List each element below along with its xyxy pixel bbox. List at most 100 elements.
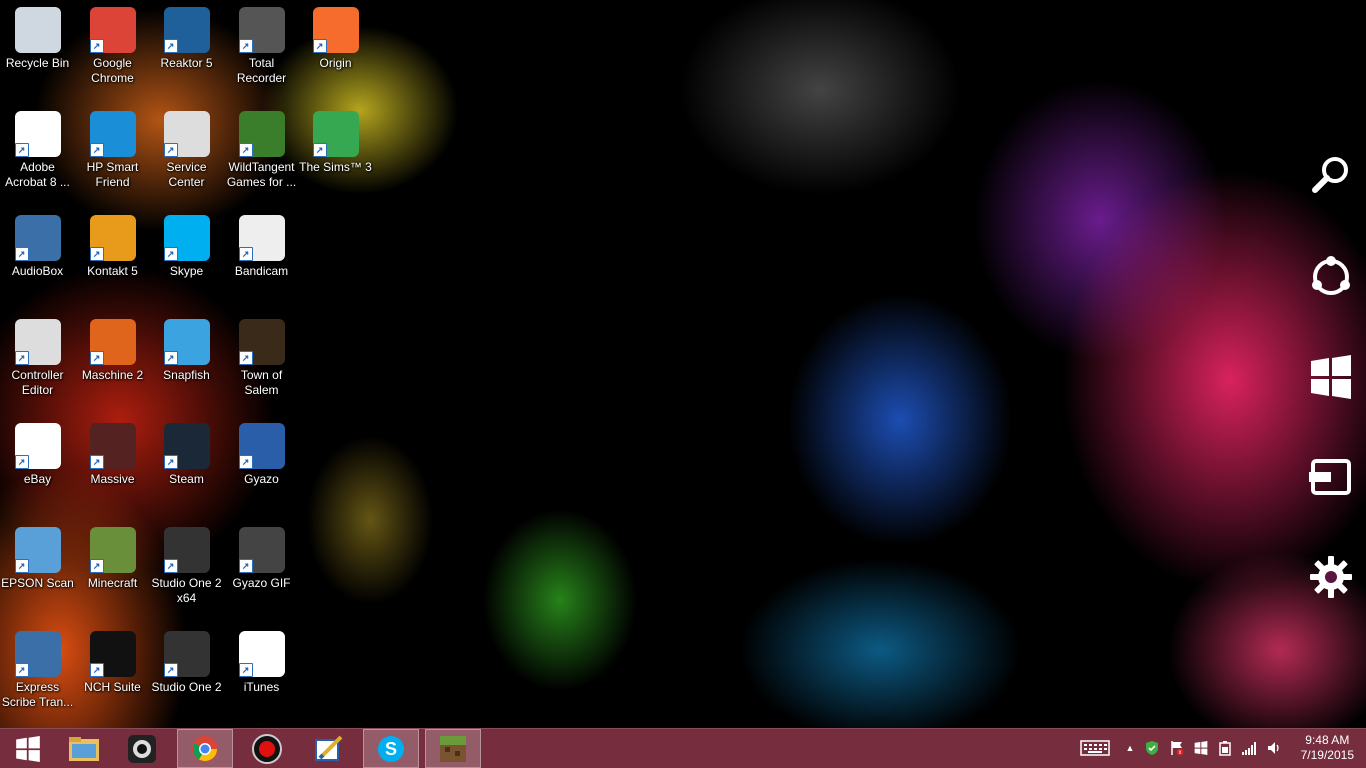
desktop-icon-express-scribe[interactable]: ↗ Express Scribe Tran...: [0, 626, 75, 726]
desktop-icon-steam[interactable]: ↗ Steam: [149, 418, 224, 518]
desktop-icon-reaktor[interactable]: ↗ Reaktor 5: [149, 2, 224, 102]
search-icon: [1312, 157, 1348, 193]
svg-text:x: x: [1179, 750, 1182, 756]
desktop-icon-label: Gyazo GIF: [232, 576, 291, 590]
reaktor-icon: ↗: [163, 7, 210, 53]
shortcut-arrow-icon: ↗: [238, 247, 253, 261]
desktop-icon-origin[interactable]: ↗ Origin: [298, 2, 373, 102]
desktop-icon-label: Recycle Bin: [5, 56, 70, 70]
desktop-icon-snapfish[interactable]: ↗ Snapfish: [149, 314, 224, 414]
desktop-icon-gyazo[interactable]: ↗ Gyazo: [224, 418, 299, 518]
studio-one-icon: ↗: [163, 631, 210, 677]
desktop-icon-controller-editor[interactable]: ↗ Controller Editor: [0, 314, 75, 414]
start-charm[interactable]: [1306, 352, 1356, 402]
desktop-icon-label: Maschine 2: [81, 368, 144, 382]
desktop-icon-kontakt[interactable]: ↗ Kontakt 5: [75, 210, 150, 310]
desktop-icon-service-center[interactable]: ↗ Service Center: [149, 106, 224, 206]
taskbar-gyazo-button[interactable]: [301, 729, 357, 768]
show-hidden-icons-icon[interactable]: ▲: [1121, 739, 1139, 757]
recycle-bin-icon: [14, 7, 61, 53]
desktop-icon-label: Kontakt 5: [87, 264, 138, 278]
desktop-icon-sims[interactable]: ↗ The Sims™ 3: [298, 106, 373, 206]
keyboard-icon[interactable]: [1080, 739, 1110, 757]
desktop-icon-hp[interactable]: ↗ HP Smart Friend: [75, 106, 150, 206]
desktop-icon-studio-one[interactable]: ↗ Studio One 2 x64: [149, 522, 224, 622]
desktop-icon-town-of-salem[interactable]: ↗ Town of Salem: [224, 314, 299, 414]
desktop-icon-label: Bandicam: [234, 264, 289, 278]
taskbar-webcam-button[interactable]: [114, 729, 170, 768]
settings-charm[interactable]: [1306, 552, 1356, 602]
shortcut-arrow-icon: ↗: [163, 143, 178, 157]
taskbar-skype-button[interactable]: S: [363, 729, 419, 768]
sims-icon: ↗: [312, 111, 359, 157]
shortcut-arrow-icon: ↗: [238, 39, 253, 53]
action-center-flag-icon[interactable]: x: [1168, 739, 1186, 757]
volume-icon[interactable]: [1265, 739, 1283, 757]
start-button[interactable]: [0, 729, 56, 768]
desktop-icon-chrome[interactable]: ↗ Google Chrome: [75, 2, 150, 102]
shortcut-arrow-icon: ↗: [312, 39, 327, 53]
desktop-icon-acrobat[interactable]: ↗ Adobe Acrobat 8 ...: [0, 106, 75, 206]
taskbar-clock[interactable]: 9:48 AM 7/19/2015: [1301, 733, 1354, 763]
shortcut-arrow-icon: ↗: [238, 663, 253, 677]
desktop-icon-label: NCH Suite: [84, 680, 141, 694]
taskbar-minecraft-button[interactable]: [425, 729, 481, 768]
shortcut-arrow-icon: ↗: [89, 247, 104, 261]
network-signal-icon[interactable]: [1240, 739, 1258, 757]
ebay-icon: ↗: [14, 423, 61, 469]
skype-icon: ↗: [163, 215, 210, 261]
desktop-icon-label: Skype: [169, 264, 204, 278]
search-charm[interactable]: [1306, 150, 1356, 200]
desktop-icon-nch[interactable]: ↗ NCH Suite: [75, 626, 150, 726]
shortcut-arrow-icon: ↗: [14, 143, 29, 157]
shortcut-arrow-icon: ↗: [238, 143, 253, 157]
shortcut-arrow-icon: ↗: [89, 39, 104, 53]
chrome-icon: [192, 735, 218, 762]
shortcut-arrow-icon: ↗: [238, 455, 253, 469]
devices-charm[interactable]: [1306, 452, 1356, 502]
webcam-icon: [128, 734, 156, 763]
shortcut-arrow-icon: ↗: [238, 351, 253, 365]
desktop-icon-label: Controller Editor: [11, 368, 64, 397]
desktop-icon-minecraft[interactable]: ↗ Minecraft: [75, 522, 150, 622]
desktop-icon-recycle-bin[interactable]: Recycle Bin: [0, 2, 75, 102]
desktop-icon-epson-scan[interactable]: ↗ EPSON Scan: [0, 522, 75, 622]
desktop-icon-label: Snapfish: [163, 368, 210, 382]
minecraft-icon: [440, 735, 466, 762]
taskbar-chrome-button[interactable]: [177, 729, 233, 768]
desktop-icon-massive[interactable]: ↗ Massive: [75, 418, 150, 518]
express-scribe-icon: ↗: [14, 631, 61, 677]
desktop-icon-speaker[interactable]: ↗ Total Recorder: [224, 2, 299, 102]
desktop-icon-label: Steam: [169, 472, 204, 486]
desktop-icon-studio-one[interactable]: ↗ Studio One 2: [149, 626, 224, 726]
desktop-icon-ebay[interactable]: ↗ eBay: [0, 418, 75, 518]
desktop-icon-label: Service Center: [166, 160, 207, 189]
gyazo-gif-icon: ↗: [238, 527, 285, 573]
desktop-icon-gyazo-gif[interactable]: ↗ Gyazo GIF: [224, 522, 299, 622]
desktop-icon-label: Google Chrome: [91, 56, 134, 85]
file-explorer-button[interactable]: [56, 729, 112, 768]
desktop-icon-maschine[interactable]: ↗ Maschine 2: [75, 314, 150, 414]
desktop-icon-itunes[interactable]: ↗ iTunes: [224, 626, 299, 726]
shortcut-arrow-icon: ↗: [14, 351, 29, 365]
security-shield-icon[interactable]: [1143, 739, 1161, 757]
desktop-icon-label: EPSON Scan: [1, 576, 74, 590]
snapfish-icon: ↗: [163, 319, 210, 365]
massive-icon: ↗: [89, 423, 136, 469]
shortcut-arrow-icon: ↗: [163, 663, 178, 677]
taskbar-record-button[interactable]: [239, 729, 295, 768]
desktop-icon-label: eBay: [23, 472, 52, 486]
desktop-icon-audiobox[interactable]: ↗ AudioBox: [0, 210, 75, 310]
desktop-icon-wildtangent[interactable]: ↗ WildTangent Games for ...: [224, 106, 299, 206]
windows-update-icon[interactable]: [1192, 739, 1210, 757]
desktop-icon-label: Studio One 2 x64: [151, 576, 222, 605]
shortcut-arrow-icon: ↗: [14, 559, 29, 573]
shortcut-arrow-icon: ↗: [89, 663, 104, 677]
bandicam-icon: ↗: [238, 215, 285, 261]
desktop-icon-label: Origin: [319, 56, 352, 70]
hp-icon: ↗: [89, 111, 136, 157]
desktop-icon-skype[interactable]: ↗ Skype: [149, 210, 224, 310]
desktop-icon-bandicam[interactable]: ↗ Bandicam: [224, 210, 299, 310]
share-charm[interactable]: [1306, 252, 1356, 302]
battery-icon[interactable]: [1216, 739, 1234, 757]
